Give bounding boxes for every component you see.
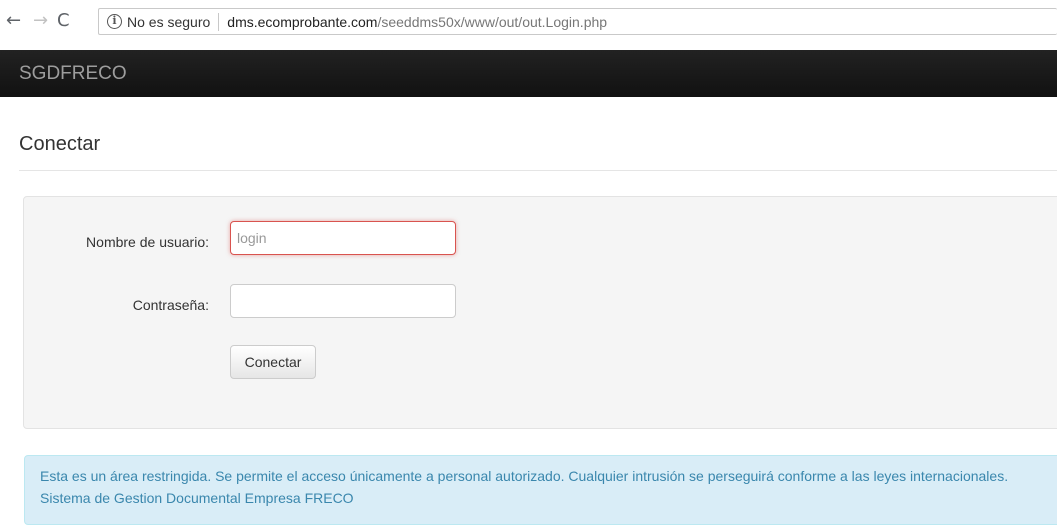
login-button[interactable]: Conectar xyxy=(230,345,316,379)
forward-arrow-icon[interactable]: → xyxy=(33,11,48,31)
info-icon[interactable]: i xyxy=(107,14,122,29)
restricted-area-alert: Esta es un área restringida. Se permite … xyxy=(24,455,1057,525)
title-divider xyxy=(19,170,1057,171)
url-host[interactable]: dms.ecomprobante.com xyxy=(227,14,377,30)
page-title: Conectar xyxy=(19,133,101,155)
address-bar[interactable]: i No es seguro dms.ecomprobante.com /see… xyxy=(98,8,1057,35)
url-path[interactable]: /seeddms50x/www/out/out.Login.php xyxy=(377,14,607,30)
reload-icon[interactable]: C xyxy=(57,11,70,31)
security-indicator[interactable]: No es seguro xyxy=(127,14,210,30)
password-label: Contraseña: xyxy=(132,297,209,313)
alert-system-name: Sistema de Gestion Documental Empresa FR… xyxy=(40,490,354,506)
top-navbar: SGDFRECO xyxy=(0,50,1057,97)
browser-toolbar: ← → C i No es seguro dms.ecomprobante.co… xyxy=(0,0,1057,50)
username-input[interactable] xyxy=(230,221,456,255)
alert-warning-text: Esta es un área restringida. Se permite … xyxy=(40,468,1009,484)
username-label: Nombre de usuario: xyxy=(86,234,209,250)
password-input[interactable] xyxy=(230,284,456,318)
brand-link[interactable]: SGDFRECO xyxy=(19,63,127,85)
back-arrow-icon[interactable]: ← xyxy=(6,11,21,31)
url-divider xyxy=(218,12,220,31)
